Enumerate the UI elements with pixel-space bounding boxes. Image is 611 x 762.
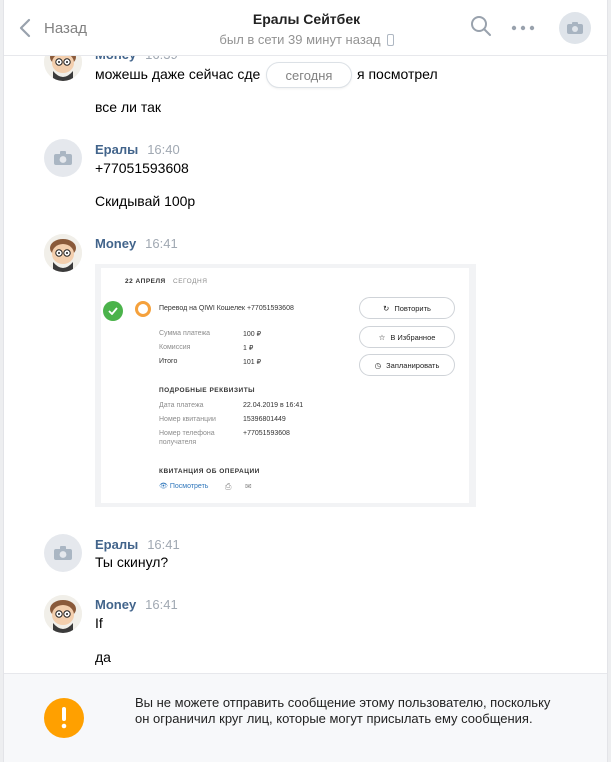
- write-restricted-notice: Вы не можете отправить сообщение этому п…: [4, 673, 607, 762]
- star-icon: ☆: [378, 332, 386, 342]
- chat-window: Назад Ералы Сейтбек был в сети 39 минут …: [3, 0, 608, 762]
- receipt-row-value: 1 ₽: [243, 345, 254, 352]
- detail-label: Номер квитанции: [159, 416, 216, 423]
- cartoon-avatar-icon: [44, 595, 82, 633]
- message-text: +77051593608: [95, 160, 189, 176]
- message-text: все ли так: [95, 99, 162, 115]
- detail-label: Номер телефона: [159, 430, 215, 437]
- qiwi-logo-icon: [135, 301, 151, 317]
- message-time[interactable]: 16:40: [147, 142, 180, 157]
- detail-value: +77051593608: [243, 430, 290, 437]
- details-heading: ПОДРОБНЫЕ РЕКВИЗИТЫ: [159, 387, 256, 394]
- mail-icon: ✉: [245, 482, 252, 491]
- author-name[interactable]: Ералы: [95, 537, 138, 552]
- camera-icon: [54, 546, 72, 560]
- receipt-row-label: Сумма платежа: [159, 330, 211, 337]
- view-link: 👁 Посмотреть: [159, 482, 208, 490]
- eye-icon: 👁: [159, 483, 170, 490]
- author-name[interactable]: Ералы: [95, 142, 138, 157]
- warning-icon: [44, 698, 84, 738]
- message-text: можешь даже сейчас сде: [95, 66, 261, 82]
- message-author-line: Money 16:41: [95, 597, 178, 612]
- detail-value: 15396801449: [243, 416, 286, 423]
- chat-title-block[interactable]: Ералы Сейтбек был в сети 39 минут назад: [154, 11, 459, 47]
- receipt-row-label: Комиссия: [159, 344, 191, 351]
- receipt-heading: КВИТАНЦИЯ ОБ ОПЕРАЦИИ: [159, 468, 260, 475]
- schedule-label: Запланировать: [386, 360, 440, 370]
- schedule-button: ◷ Запланировать: [359, 354, 455, 376]
- message-author-line: Ералы 16:41: [95, 537, 180, 552]
- receipt-row-value: 101 ₽: [243, 359, 262, 366]
- message-author-line: Ералы 16:40: [95, 142, 180, 157]
- transfer-title: Перевод на QIWI Кошелек +77051593608: [159, 305, 294, 312]
- search-icon[interactable]: [470, 15, 492, 37]
- message-text: Скидывай 100р: [95, 193, 196, 209]
- attached-image[interactable]: 22 АПРЕЛЯ СЕГОДНЯ Перевод на QIWI Кошеле…: [95, 264, 476, 507]
- avatar[interactable]: [44, 139, 82, 177]
- message-time[interactable]: 16:41: [145, 597, 178, 612]
- online-status: был в сети 39 минут назад: [154, 32, 459, 47]
- message-text: я посмотрел: [357, 66, 438, 82]
- receipt-row-label: Итого: [159, 358, 178, 365]
- detail-label: Дата платежа: [159, 402, 204, 409]
- clock-icon: ◷: [374, 360, 382, 370]
- favorite-button: ☆ В Избранное: [359, 326, 455, 348]
- author-name[interactable]: Money: [95, 236, 136, 251]
- repeat-icon: ↻: [383, 303, 390, 313]
- chat-avatar[interactable]: [559, 12, 591, 44]
- back-label: Назад: [44, 19, 87, 37]
- camera-icon: [54, 151, 72, 165]
- message-text: If: [95, 615, 103, 631]
- message-text: да: [95, 649, 111, 665]
- receipt-card: 22 АПРЕЛЯ СЕГОДНЯ Перевод на QIWI Кошеле…: [101, 268, 469, 503]
- avatar[interactable]: [44, 234, 82, 272]
- detail-label: получателя: [159, 439, 197, 446]
- receipt-row-value: 100 ₽: [243, 331, 262, 338]
- author-name[interactable]: Money: [95, 597, 136, 612]
- favorite-label: В Избранное: [390, 332, 436, 342]
- back-button[interactable]: Назад: [18, 14, 87, 42]
- chat-header: Назад Ералы Сейтбек был в сети 39 минут …: [4, 0, 607, 56]
- receipt-date-inactive: СЕГОДНЯ: [173, 278, 208, 285]
- cartoon-avatar-icon: [44, 234, 82, 272]
- print-icon: ⎙: [225, 482, 232, 491]
- receipt-date-active: 22 АПРЕЛЯ: [125, 278, 166, 285]
- avatar[interactable]: [44, 595, 82, 633]
- repeat-button: ↻ Повторить: [359, 297, 455, 319]
- success-check-icon: [103, 301, 123, 321]
- detail-value: 22.04.2019 в 16:41: [243, 402, 304, 409]
- camera-icon: [567, 22, 583, 34]
- message-text: Ты скинул?: [95, 554, 169, 570]
- message-author-line: Money 16:41: [95, 236, 178, 251]
- date-separator: сегодня: [266, 62, 352, 88]
- notice-text: Вы не можете отправить сообщение этому п…: [135, 695, 551, 726]
- avatar[interactable]: [44, 534, 82, 572]
- chat-title: Ералы Сейтбек: [252, 11, 361, 27]
- online-status-text: был в сети 39 минут назад: [219, 32, 381, 47]
- chevron-left-icon: [19, 18, 31, 38]
- more-icon[interactable]: [511, 18, 535, 38]
- message-time[interactable]: 16:41: [145, 236, 178, 251]
- view-link-label: Посмотреть: [169, 483, 209, 490]
- message-time[interactable]: 16:41: [147, 537, 180, 552]
- mobile-icon: [386, 33, 394, 46]
- repeat-label: Повторить: [394, 303, 431, 313]
